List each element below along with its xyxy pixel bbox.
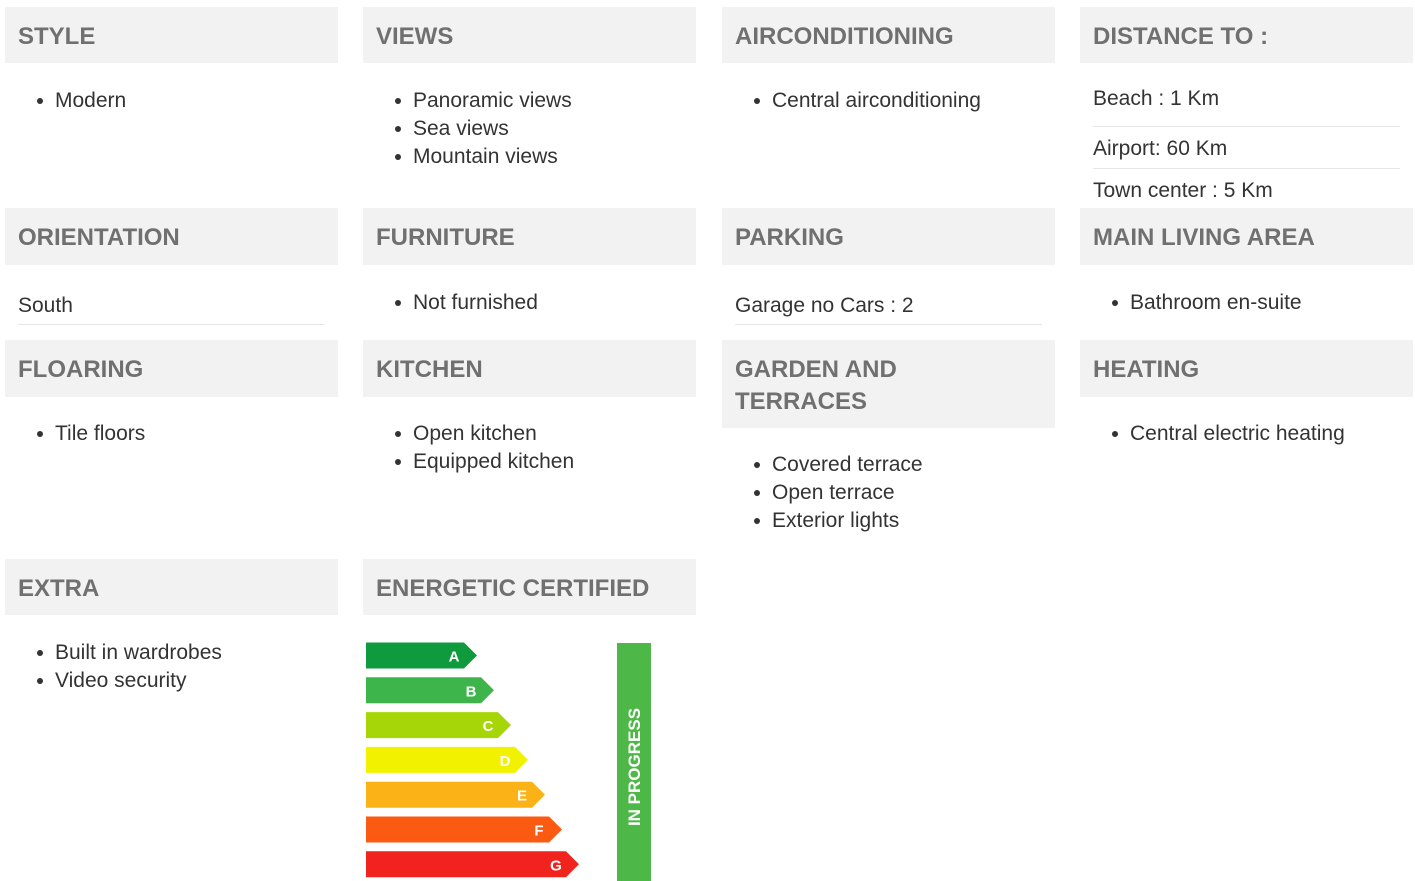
parking-section: PARKING Garage no Cars : 2 <box>722 208 1055 325</box>
heating-header: HEATING <box>1080 340 1413 397</box>
energy-bar-g <box>366 851 579 878</box>
heating-section: HEATING Central electric heating <box>1080 340 1413 448</box>
garden-section: GARDEN AND TERRACES Covered terrace Open… <box>722 340 1055 535</box>
list-item: Panoramic views <box>395 87 696 115</box>
list-item: Not furnished <box>395 289 696 317</box>
energy-section: ENERGETIC CERTIFIED A B C D E F G IN PROGRESS <box>363 559 696 881</box>
list-item: Open kitchen <box>395 420 696 448</box>
energy-header: ENERGETIC CERTIFIED <box>363 559 696 615</box>
energy-label-e: E <box>517 788 527 805</box>
views-list: Panoramic views Sea views Mountain views <box>363 87 696 171</box>
garden-header-line2: TERRACES <box>735 388 868 415</box>
flooring-section: FLOARING Tile floors <box>5 340 338 448</box>
garden-header-line1: GARDEN AND <box>735 356 897 383</box>
list-item: Open terrace <box>754 479 1055 507</box>
views-header: VIEWS <box>363 7 696 63</box>
aircon-section: AIRCONDITIONING Central airconditioning <box>722 7 1055 115</box>
parking-value: Garage no Cars : 2 <box>735 291 1042 325</box>
list-item: Tile floors <box>37 420 338 448</box>
energy-label-a: A <box>449 649 460 666</box>
furniture-list: Not furnished <box>363 289 696 317</box>
list-item: Exterior lights <box>754 507 1055 535</box>
aircon-list: Central airconditioning <box>722 87 1055 115</box>
living-header: MAIN LIVING AREA <box>1080 208 1413 265</box>
heating-list: Central electric heating <box>1080 420 1413 448</box>
flooring-header: FLOARING <box>5 340 338 397</box>
distance-header: DISTANCE TO : <box>1080 7 1413 63</box>
views-section: VIEWS Panoramic views Sea views Mountain… <box>363 7 696 171</box>
orientation-value: South <box>18 291 325 325</box>
list-item: Covered terrace <box>754 451 1055 479</box>
distance-section: DISTANCE TO : Beach : 1 Km Airport: 60 K… <box>1080 7 1413 205</box>
style-list: Modern <box>5 87 338 115</box>
distance-row-beach: Beach : 1 Km <box>1093 85 1400 127</box>
orientation-section: ORIENTATION South <box>5 208 338 325</box>
distance-rows: Beach : 1 Km Airport: 60 Km Town center … <box>1080 85 1413 205</box>
distance-row-airport: Airport: 60 Km <box>1093 127 1400 169</box>
garden-list: Covered terrace Open terrace Exterior li… <box>722 451 1055 535</box>
list-item: Central electric heating <box>1112 420 1413 448</box>
extra-list: Built in wardrobes Video security <box>5 639 338 695</box>
living-list: Bathroom en-suite <box>1080 289 1413 317</box>
list-item: Central airconditioning <box>754 87 1055 115</box>
aircon-header: AIRCONDITIONING <box>722 7 1055 63</box>
orientation-header: ORIENTATION <box>5 208 338 265</box>
kitchen-section: KITCHEN Open kitchen Equipped kitchen <box>363 340 696 476</box>
list-item: Sea views <box>395 115 696 143</box>
furniture-section: FURNITURE Not furnished <box>363 208 696 317</box>
energy-label-g: G <box>550 857 562 874</box>
list-item: Built in wardrobes <box>37 639 338 667</box>
living-section: MAIN LIVING AREA Bathroom en-suite <box>1080 208 1413 317</box>
list-item: Mountain views <box>395 143 696 171</box>
list-item: Equipped kitchen <box>395 448 696 476</box>
list-item: Modern <box>37 87 338 115</box>
list-item: Bathroom en-suite <box>1112 289 1413 317</box>
furniture-header: FURNITURE <box>363 208 696 265</box>
list-item: Video security <box>37 667 338 695</box>
energy-label-c: C <box>483 718 494 735</box>
energy-bar-f <box>366 816 562 843</box>
extra-section: EXTRA Built in wardrobes Video security <box>5 559 338 695</box>
energy-label-b: B <box>466 683 477 700</box>
energy-bar-a <box>366 642 477 669</box>
distance-row-town: Town center : 5 Km <box>1093 179 1273 202</box>
energy-label-d: D <box>500 753 511 770</box>
kitchen-list: Open kitchen Equipped kitchen <box>363 420 696 476</box>
energy-label-f: F <box>534 823 543 840</box>
parking-header: PARKING <box>722 208 1055 265</box>
energy-rating-graphic: AB C D E FG IN PROGRESS <box>366 642 651 881</box>
style-section: STYLE Modern <box>5 7 338 115</box>
kitchen-header: KITCHEN <box>363 340 696 397</box>
flooring-list: Tile floors <box>5 420 338 448</box>
extra-header: EXTRA <box>5 559 338 615</box>
energy-status-text: IN PROGRESS <box>625 708 644 826</box>
style-header: STYLE <box>5 7 338 63</box>
garden-header: GARDEN AND TERRACES <box>722 340 1055 428</box>
